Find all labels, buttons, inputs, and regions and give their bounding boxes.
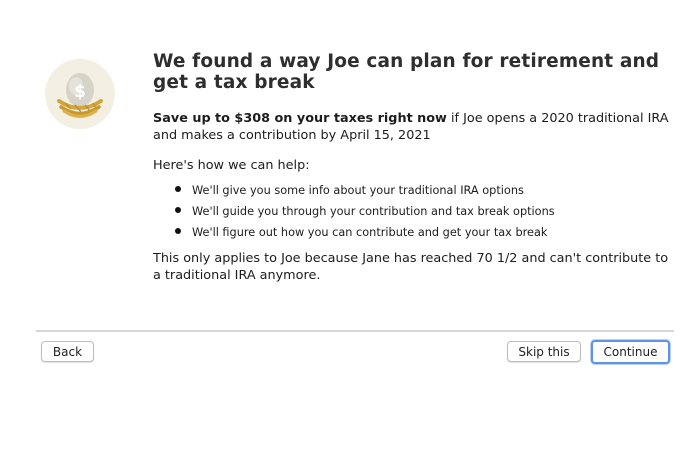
bullet-icon — [175, 186, 181, 192]
help-intro: Here's how we can help: — [153, 158, 310, 173]
list-item: We'll guide you through your contributio… — [175, 205, 673, 219]
list-item-text: We'll give you some info about your trad… — [192, 184, 524, 197]
list-item: We'll give you some info about your trad… — [175, 184, 673, 198]
svg-text:$: $ — [74, 82, 86, 102]
help-list: We'll give you some info about your trad… — [153, 184, 673, 240]
continue-button[interactable]: Continue — [591, 340, 670, 364]
savings-summary: Save up to $308 on your taxes right now … — [153, 110, 673, 144]
footer-divider — [36, 330, 674, 332]
page-title: We found a way Joe can plan for retireme… — [153, 51, 660, 93]
back-button[interactable]: Back — [41, 341, 94, 362]
list-item-text: We'll figure out how you can contribute … — [192, 226, 548, 239]
nest-egg-dollar-icon: $ — [45, 59, 115, 129]
list-item: We'll figure out how you can contribute … — [175, 226, 673, 240]
bullet-icon — [175, 207, 181, 213]
list-item-text: We'll guide you through your contributio… — [192, 205, 555, 218]
savings-highlight: Save up to $308 on your taxes right now — [153, 111, 447, 126]
eligibility-note: This only applies to Joe because Jane ha… — [153, 251, 669, 283]
main-content: We found a way Joe can plan for retireme… — [153, 51, 673, 284]
skip-button[interactable]: Skip this — [507, 341, 581, 362]
bullet-icon — [175, 228, 181, 234]
